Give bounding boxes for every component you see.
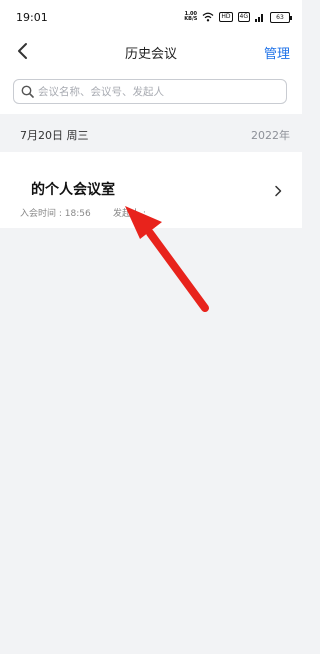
meeting-list-item[interactable]: 的个人会议室 入会时间 : 18:56 发起人 : bbox=[0, 152, 302, 228]
page-title: 历史会议 bbox=[124, 47, 177, 62]
signal-label: 4G bbox=[237, 12, 250, 22]
battery-icon: 63 bbox=[270, 11, 292, 23]
date-group-header: 7月20日 周三 2022年 bbox=[0, 114, 302, 152]
date-label: 7月20日 周三 bbox=[20, 129, 89, 142]
network-speed: 1.00 KB/S bbox=[184, 12, 197, 22]
wifi-icon bbox=[202, 12, 214, 22]
network-speed-unit: KB/S bbox=[184, 16, 198, 22]
status-time: 19:01 bbox=[16, 11, 48, 24]
nav-bar: 历史会议 管理 bbox=[0, 34, 302, 70]
chevron-right-icon bbox=[275, 185, 282, 197]
year-label: 2022年 bbox=[251, 129, 290, 142]
manage-button[interactable]: 管理 bbox=[264, 43, 290, 62]
meeting-host: 发起人 : bbox=[113, 209, 146, 219]
battery-level: 63 bbox=[276, 13, 284, 21]
meeting-join-time: 入会时间 : 18:56 bbox=[20, 209, 91, 219]
meeting-title: 的个人会议室 bbox=[31, 182, 115, 198]
status-bar: 19:01 1.00 KB/S HD 4G 63 bbox=[0, 0, 302, 34]
search-input[interactable] bbox=[38, 80, 278, 103]
hd-badge: HD bbox=[219, 12, 233, 22]
search-bar[interactable] bbox=[13, 79, 287, 104]
status-icons: 1.00 KB/S HD 4G 63 bbox=[184, 9, 292, 25]
signal-icon bbox=[255, 14, 263, 22]
search-icon bbox=[21, 85, 34, 98]
